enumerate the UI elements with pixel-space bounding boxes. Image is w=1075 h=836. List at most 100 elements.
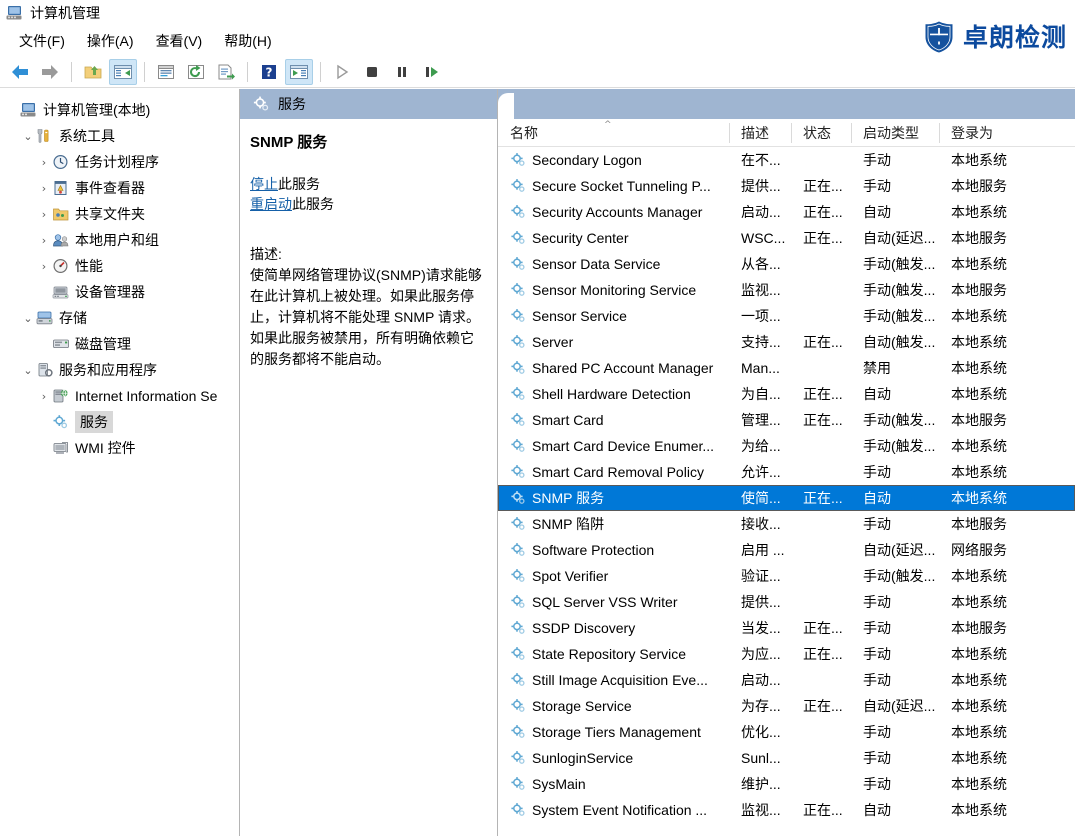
- chevron-down-icon[interactable]: ⌄: [20, 312, 36, 325]
- cell-description: 启用 ...: [741, 542, 785, 558]
- table-row[interactable]: Still Image Acquisition Eve... 启动... 手动 本地系…: [498, 667, 1075, 693]
- column-name[interactable]: 名称 ^: [498, 119, 729, 147]
- table-row[interactable]: Secondary Logon 在不... 手动 本地系统: [498, 147, 1075, 173]
- system-tools-icon: [36, 128, 54, 144]
- cell-startup-type: 手动: [863, 152, 891, 168]
- show-hide-console-tree-button[interactable]: [109, 58, 137, 85]
- table-row[interactable]: SysMain 维护... 手动 本地系统: [498, 771, 1075, 797]
- column-header-row[interactable]: 名称 ^ 描述 状态 启动类型 登录为: [498, 119, 1075, 147]
- chevron-right-icon[interactable]: ›: [36, 390, 52, 403]
- tree-node-0[interactable]: 计算机管理(本地): [0, 97, 239, 123]
- stop-service-link[interactable]: 停止: [250, 176, 278, 192]
- table-row[interactable]: SSDP Discovery 当发... 正在... 手动 本地服务: [498, 615, 1075, 641]
- restart-service-button[interactable]: [418, 59, 446, 85]
- service-name-label: Secondary Logon: [532, 152, 642, 168]
- table-row[interactable]: SNMP 服务 使简... 正在... 自动 本地系统: [498, 485, 1075, 511]
- menu-file[interactable]: 文件(F): [10, 28, 74, 54]
- iis-icon: [52, 388, 70, 404]
- up-one-level-button[interactable]: [79, 59, 107, 85]
- pause-service-button[interactable]: [388, 59, 416, 85]
- service-gear-icon: [510, 178, 527, 194]
- tree-node-8[interactable]: ⌄ 存储: [0, 305, 239, 331]
- tree-node-2[interactable]: › 任务计划程序: [0, 149, 239, 175]
- table-row[interactable]: Server 支持... 正在... 自动(触发... 本地系统: [498, 329, 1075, 355]
- tree-node-6[interactable]: › 性能: [0, 253, 239, 279]
- properties-button[interactable]: [152, 59, 180, 85]
- tree-node-1[interactable]: ⌄ 系统工具: [0, 123, 239, 149]
- table-row[interactable]: State Repository Service 为应... 正在... 手动 本地系统: [498, 641, 1075, 667]
- service-name-label: Sensor Service: [532, 308, 627, 324]
- brand-name: 卓朗检测: [962, 22, 1067, 52]
- service-gear-icon: [510, 412, 527, 428]
- table-row[interactable]: Sensor Data Service 从各... 手动(触发... 本地系统: [498, 251, 1075, 277]
- tree-node-9[interactable]: 磁盘管理: [0, 331, 239, 357]
- table-row[interactable]: Security Accounts Manager 启动... 正在... 自动 本地系…: [498, 199, 1075, 225]
- chevron-down-icon[interactable]: ⌄: [20, 364, 36, 377]
- restart-service-link[interactable]: 重启动: [250, 196, 292, 212]
- table-row[interactable]: Shell Hardware Detection 为自... 正在... 自动 本地系统: [498, 381, 1075, 407]
- console-tree-pane[interactable]: 计算机管理(本地) ⌄ 系统工具 › 任务计划程序 › 事件查看器 › 共享文件夹 › 本地用户和组…: [0, 89, 240, 836]
- forward-button[interactable]: [36, 59, 64, 85]
- stop-service-button[interactable]: [358, 59, 386, 85]
- table-row[interactable]: Storage Tiers Management 优化... 手动 本地系统: [498, 719, 1075, 745]
- show-hide-action-pane-button[interactable]: [285, 58, 313, 85]
- tree-node-5[interactable]: › 本地用户和组: [0, 227, 239, 253]
- back-button[interactable]: [6, 59, 34, 85]
- service-gear-icon: [510, 282, 527, 298]
- table-row[interactable]: Sensor Monitoring Service 监视... 手动(触发... 本地…: [498, 277, 1075, 303]
- table-row[interactable]: Secure Socket Tunneling P... 提供... 正在... 手动…: [498, 173, 1075, 199]
- cell-description: 接收...: [741, 516, 781, 532]
- service-gear-icon: [510, 620, 527, 636]
- column-startup-type[interactable]: 启动类型: [851, 119, 939, 147]
- chevron-right-icon[interactable]: ›: [36, 156, 52, 169]
- table-row[interactable]: System Event Notification ... 监视... 正在... 自…: [498, 797, 1075, 823]
- tree-node-12[interactable]: 服务: [0, 409, 239, 435]
- column-status[interactable]: 状态: [791, 119, 851, 147]
- column-log-on-as[interactable]: 登录为: [939, 119, 1049, 147]
- menu-view[interactable]: 查看(V): [147, 28, 212, 54]
- cell-startup-type: 手动(触发...: [863, 308, 936, 324]
- chevron-right-icon[interactable]: ›: [36, 208, 52, 221]
- chevron-down-icon[interactable]: ⌄: [20, 130, 36, 143]
- table-row[interactable]: SQL Server VSS Writer 提供... 手动 本地系统: [498, 589, 1075, 615]
- tree-node-4[interactable]: › 共享文件夹: [0, 201, 239, 227]
- table-row[interactable]: Smart Card Removal Policy 允许... 手动 本地系统: [498, 459, 1075, 485]
- table-row[interactable]: Software Protection 启用 ... 自动(延迟... 网络服务: [498, 537, 1075, 563]
- cell-log-on-as: 本地服务: [951, 282, 1007, 298]
- services-table[interactable]: Secondary Logon 在不... 手动 本地系统 Secure Socket …: [498, 147, 1075, 823]
- export-list-button[interactable]: [212, 59, 240, 85]
- table-row[interactable]: Smart Card 管理... 正在... 手动(触发... 本地服务: [498, 407, 1075, 433]
- chevron-right-icon[interactable]: ›: [36, 234, 52, 247]
- start-service-button[interactable]: [328, 59, 356, 85]
- tree-node-7[interactable]: 设备管理器: [0, 279, 239, 305]
- chevron-right-icon[interactable]: ›: [36, 182, 52, 195]
- tree-node-3[interactable]: › 事件查看器: [0, 175, 239, 201]
- cell-description: WSC...: [741, 230, 786, 246]
- table-row[interactable]: Smart Card Device Enumer... 为给... 手动(触发...…: [498, 433, 1075, 459]
- menu-action[interactable]: 操作(A): [78, 28, 143, 54]
- tree-node-10[interactable]: ⌄ 服务和应用程序: [0, 357, 239, 383]
- service-gear-icon: [510, 386, 527, 402]
- column-description[interactable]: 描述: [729, 119, 791, 147]
- services-gear-icon: [252, 95, 270, 113]
- refresh-button[interactable]: [182, 59, 210, 85]
- table-row[interactable]: Security Center WSC... 正在... 自动(延迟... 本地服务: [498, 225, 1075, 251]
- help-button[interactable]: ?: [255, 59, 283, 85]
- tree-node-label: 存储: [59, 310, 87, 326]
- service-gear-icon: [510, 230, 527, 246]
- table-row[interactable]: Sensor Service 一项... 手动(触发... 本地系统: [498, 303, 1075, 329]
- cell-service-name: Security Center: [498, 230, 729, 246]
- tree-node-11[interactable]: › Internet Information Se: [0, 383, 239, 409]
- tree-node-13[interactable]: WMI 控件: [0, 435, 239, 461]
- table-row[interactable]: SNMP 陷阱 接收... 手动 本地服务: [498, 511, 1075, 537]
- computer-management-icon: [6, 5, 24, 21]
- table-row[interactable]: Spot Verifier 验证... 手动(触发... 本地系统: [498, 563, 1075, 589]
- table-row[interactable]: Shared PC Account Manager Man... 禁用 本地系统: [498, 355, 1075, 381]
- chevron-right-icon[interactable]: ›: [36, 260, 52, 273]
- menu-help[interactable]: 帮助(H): [215, 28, 280, 54]
- table-row[interactable]: SunloginService Sunl... 手动 本地系统: [498, 745, 1075, 771]
- cell-service-name: Security Accounts Manager: [498, 204, 729, 220]
- title-bar: 计算机管理: [0, 0, 1075, 26]
- table-row[interactable]: Storage Service 为存... 正在... 自动(延迟... 本地系统: [498, 693, 1075, 719]
- toolbar-separator: [320, 61, 321, 82]
